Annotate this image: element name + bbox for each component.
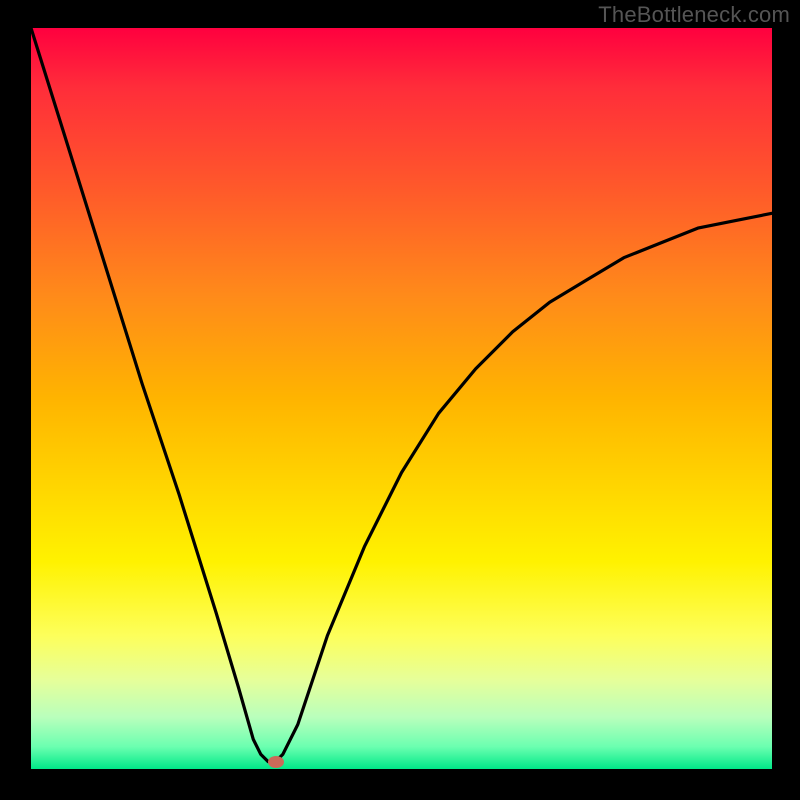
curve-path: [31, 28, 772, 762]
minimum-marker-dot: [268, 756, 284, 768]
watermark-text: TheBottleneck.com: [598, 2, 790, 28]
chart-frame: TheBottleneck.com: [0, 0, 800, 800]
curve-svg: [31, 28, 772, 769]
plot-area: [31, 28, 772, 769]
